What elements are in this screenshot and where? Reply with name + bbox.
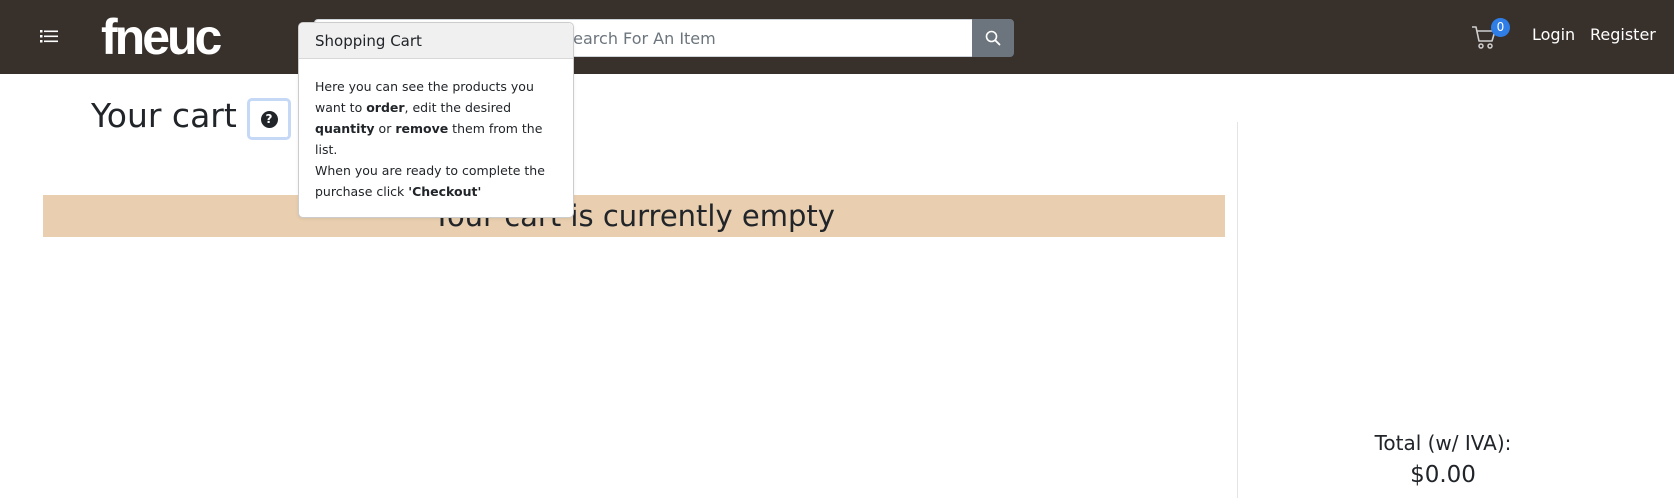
empty-cart-message: Your cart is currently empty [43, 195, 1225, 237]
popover-title: Shopping Cart [299, 23, 573, 59]
help-button[interactable]: ? [247, 98, 291, 140]
popover-body: Here you can see the products you want t… [299, 59, 573, 202]
popover-bold-order: order [366, 100, 405, 115]
page-title: Your cart [91, 96, 237, 135]
popover-bold-remove: remove [395, 121, 449, 136]
popover-bold-checkout: 'Checkout' [408, 184, 482, 199]
popover-text: or [374, 121, 396, 136]
register-link[interactable]: Register [1590, 25, 1656, 44]
top-navbar: fneuc 0 Login Register [0, 0, 1674, 74]
cart-count-badge: 0 [1491, 18, 1510, 37]
help-popover: Shopping Cart Here you can see the produ… [298, 22, 574, 218]
popover-bold-quantity: quantity [315, 121, 375, 136]
site-logo[interactable]: fneuc [101, 7, 222, 67]
search-icon [985, 30, 1001, 46]
total-label: Total (w/ IVA): [1374, 431, 1512, 455]
total-value: $0.00 [1410, 462, 1476, 488]
popover-text: , edit the desired [404, 100, 512, 115]
menu-button[interactable] [38, 26, 62, 46]
login-link[interactable]: Login [1532, 25, 1575, 44]
search-button[interactable] [972, 19, 1014, 57]
list-icon [40, 30, 58, 43]
question-circle-icon: ? [260, 110, 278, 128]
